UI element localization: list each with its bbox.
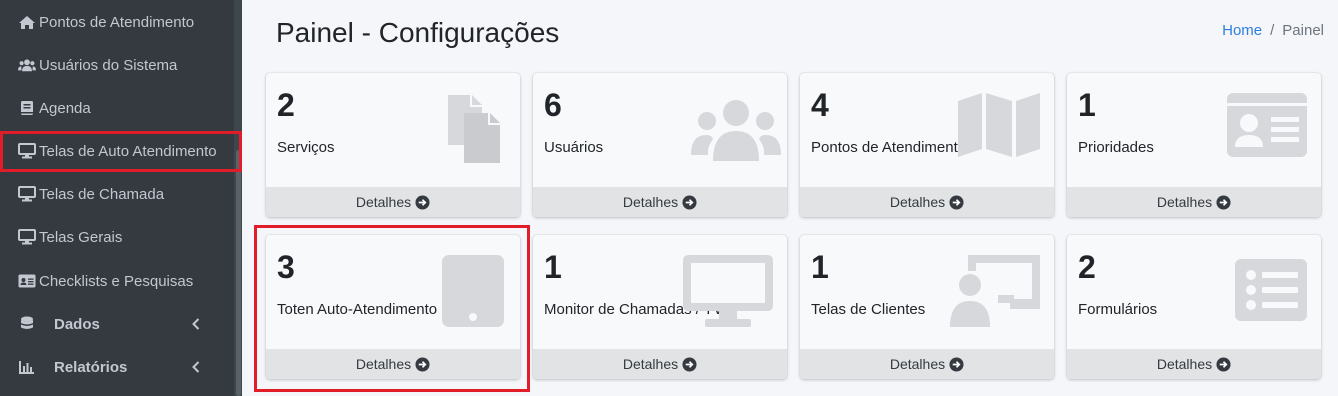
sidebar-item-label: Checklists e Pesquisas (39, 272, 194, 290)
desktop-icon (683, 255, 773, 334)
main-content: Painel - Configurações Home / Painel 2 Ser… (242, 0, 1338, 396)
highlight-box-toten (254, 225, 530, 392)
card-monitor-chamadas: 1 Monitor de Chamadas / TVs Detalhes (533, 235, 787, 379)
breadcrumb: Home / Painel (1222, 22, 1324, 39)
book-icon (18, 100, 36, 116)
sidebar-scrollbar[interactable] (234, 0, 242, 396)
sidebar: Pontos de Atendimento Usuários do Sistem… (0, 0, 242, 396)
sidebar-item-label: Relatórios (54, 358, 128, 376)
arrow-circle-right-icon (682, 356, 697, 372)
sidebar-item-label: Usuários do Sistema (39, 56, 178, 74)
arrow-circle-right-icon (1216, 356, 1231, 372)
sidebar-item-label: Agenda (39, 99, 91, 117)
details-link[interactable]: Detalhes (533, 349, 787, 379)
sidebar-item-label: Telas Gerais (39, 228, 123, 246)
details-link[interactable]: Detalhes (1067, 349, 1321, 379)
arrow-circle-right-icon (949, 194, 964, 210)
sidebar-item-relatorios[interactable]: Relatórios (0, 347, 236, 387)
card-label: Pontos de Atendimento (811, 139, 967, 156)
card-count: 2 (1078, 249, 1096, 285)
card-count: 6 (544, 87, 562, 123)
chevron-left-icon (192, 317, 200, 334)
card-label: Usuários (544, 139, 604, 156)
users-icon (691, 99, 781, 166)
card-servicos: 2 Serviços Detalhes (266, 73, 520, 217)
card-usuarios: 6 Usuários Detalhes (533, 73, 787, 217)
id-card-icon (1227, 93, 1307, 162)
arrow-circle-right-icon (682, 194, 697, 210)
map-icon (958, 93, 1040, 162)
details-label: Detalhes (355, 194, 412, 210)
details-label: Detalhes (622, 194, 679, 210)
users-icon (18, 57, 36, 73)
desktop-icon (18, 229, 36, 245)
sidebar-scrollbar-thumb[interactable] (236, 150, 241, 396)
sidebar-item-telas-gerais[interactable]: Telas Gerais (0, 217, 236, 257)
card-count: 1 (1078, 87, 1096, 123)
details-label: Detalhes (1156, 194, 1213, 210)
sidebar-item-usuarios[interactable]: Usuários do Sistema (0, 45, 236, 85)
home-icon (18, 14, 36, 30)
sidebar-item-dados[interactable]: Dados (0, 304, 236, 344)
details-label: Detalhes (889, 356, 946, 372)
arrow-circle-right-icon (949, 356, 964, 372)
copy-icon (444, 93, 506, 170)
details-link[interactable]: Detalhes (800, 349, 1054, 379)
sidebar-item-label: Telas de Chamada (39, 185, 165, 203)
sidebar-item-label: Pontos de Atendimento (39, 13, 195, 31)
id-card-icon (18, 273, 36, 289)
details-label: Detalhes (622, 356, 679, 372)
details-link[interactable]: Detalhes (533, 187, 787, 217)
card-count: 2 (277, 87, 295, 123)
breadcrumb-separator: / (1270, 22, 1275, 39)
sidebar-item-checklists[interactable]: Checklists e Pesquisas (0, 261, 236, 301)
chart-icon (18, 359, 36, 375)
details-link[interactable]: Detalhes (1067, 187, 1321, 217)
details-label: Detalhes (1156, 356, 1213, 372)
card-telas-clientes: 1 Telas de Clientes Detalhes (800, 235, 1054, 379)
database-icon (18, 316, 36, 332)
page-title: Painel - Configurações (276, 17, 560, 48)
chevron-left-icon (192, 360, 200, 377)
sidebar-item-label: Dados (54, 315, 100, 333)
desktop-icon (18, 186, 36, 202)
card-label: Serviços (277, 139, 335, 156)
list-alt-icon (1235, 259, 1307, 326)
breadcrumb-home-link[interactable]: Home (1222, 22, 1262, 39)
highlight-box-sidebar (0, 131, 242, 172)
details-link[interactable]: Detalhes (800, 187, 1054, 217)
card-pontos-atendimento: 4 Pontos de Atendimento Detalhes (800, 73, 1054, 217)
details-link[interactable]: Detalhes (266, 187, 520, 217)
card-label: Formulários (1078, 301, 1158, 318)
arrow-circle-right-icon (415, 194, 430, 210)
card-count: 4 (811, 87, 829, 123)
card-formularios: 2 Formulários Detalhes (1067, 235, 1321, 379)
card-count: 1 (811, 249, 829, 285)
sidebar-item-agenda[interactable]: Agenda (0, 88, 236, 128)
card-count: 1 (544, 249, 562, 285)
breadcrumb-current: Painel (1282, 22, 1324, 39)
details-label: Detalhes (889, 194, 946, 210)
card-prioridades: 1 Prioridades Detalhes (1067, 73, 1321, 217)
card-label: Prioridades (1078, 139, 1154, 156)
sidebar-item-pontos-atendimento[interactable]: Pontos de Atendimento (0, 2, 236, 42)
arrow-circle-right-icon (1216, 194, 1231, 210)
chalkboard-user-icon (950, 255, 1040, 332)
card-label: Telas de Clientes (811, 301, 926, 318)
sidebar-item-telas-chamada[interactable]: Telas de Chamada (0, 174, 236, 214)
